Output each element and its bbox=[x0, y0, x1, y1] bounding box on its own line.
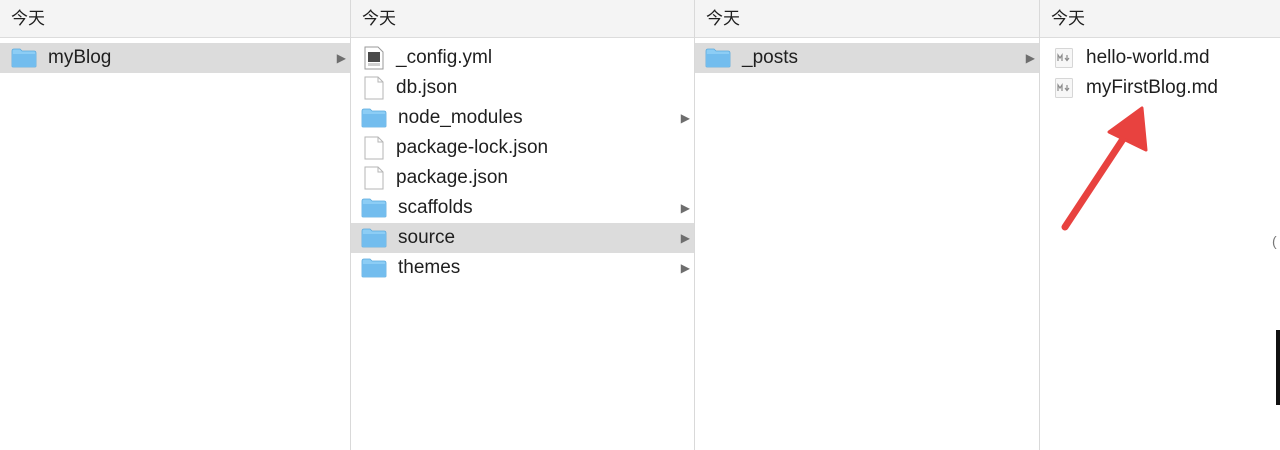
item-label: scaffolds bbox=[398, 197, 473, 218]
column-root[interactable]: 今天 myBlog ▶ bbox=[0, 0, 351, 450]
item-list: _config.yml db.json node_modules ▶ packa… bbox=[351, 38, 694, 283]
column-header[interactable]: 今天 bbox=[0, 0, 350, 38]
item-label: source bbox=[398, 227, 456, 248]
folder-icon bbox=[11, 48, 37, 68]
document-icon bbox=[364, 76, 384, 100]
folder-icon bbox=[361, 228, 387, 248]
item-label: node_modules bbox=[398, 107, 523, 128]
chevron-right-icon: ▶ bbox=[336, 51, 346, 65]
folder-item-themes[interactable]: themes ▶ bbox=[351, 253, 694, 283]
scroll-edge-icon: ( bbox=[1272, 233, 1277, 249]
chevron-right-icon: ▶ bbox=[680, 261, 690, 275]
item-list: myBlog ▶ bbox=[0, 38, 350, 73]
item-label: themes bbox=[398, 257, 461, 278]
column-posts[interactable]: 今天 hello-world.md myFirstBlog.md bbox=[1040, 0, 1280, 450]
folder-icon bbox=[361, 108, 387, 128]
item-list: hello-world.md myFirstBlog.md bbox=[1040, 38, 1280, 103]
column-myblog[interactable]: 今天 _config.yml db.json node_modules ▶ pa… bbox=[351, 0, 695, 450]
window-edge bbox=[1276, 330, 1280, 405]
file-item-config-yml[interactable]: _config.yml bbox=[351, 43, 694, 73]
folder-icon bbox=[361, 198, 387, 218]
folder-item-node-modules[interactable]: node_modules ▶ bbox=[351, 103, 694, 133]
folder-item-myblog[interactable]: myBlog ▶ bbox=[0, 43, 350, 73]
markdown-file-icon bbox=[1055, 78, 1073, 98]
yaml-file-icon bbox=[364, 46, 384, 70]
file-item-package-json[interactable]: package.json bbox=[351, 163, 694, 193]
file-item-myfirstblog-md[interactable]: myFirstBlog.md bbox=[1040, 73, 1280, 103]
item-label: myBlog bbox=[48, 47, 112, 68]
item-label: package-lock.json bbox=[396, 137, 549, 158]
folder-item-posts[interactable]: _posts ▶ bbox=[695, 43, 1039, 73]
file-item-package-lock-json[interactable]: package-lock.json bbox=[351, 133, 694, 163]
chevron-right-icon: ▶ bbox=[680, 201, 690, 215]
document-icon bbox=[364, 136, 384, 160]
column-header[interactable]: 今天 bbox=[1040, 0, 1280, 38]
item-label: _posts bbox=[742, 47, 798, 68]
item-label: _config.yml bbox=[396, 47, 493, 68]
chevron-right-icon: ▶ bbox=[1025, 51, 1035, 65]
item-label: myFirstBlog.md bbox=[1086, 77, 1218, 98]
column-source[interactable]: 今天 _posts ▶ bbox=[695, 0, 1040, 450]
column-header[interactable]: 今天 bbox=[695, 0, 1039, 38]
document-icon bbox=[364, 166, 384, 190]
folder-icon bbox=[705, 48, 731, 68]
folder-item-scaffolds[interactable]: scaffolds ▶ bbox=[351, 193, 694, 223]
item-label: package.json bbox=[396, 167, 508, 188]
column-header[interactable]: 今天 bbox=[351, 0, 694, 38]
column-browser: 今天 myBlog ▶ 今天 _config.yml db.json node_… bbox=[0, 0, 1280, 450]
markdown-file-icon bbox=[1055, 48, 1073, 68]
file-item-hello-world-md[interactable]: hello-world.md bbox=[1040, 43, 1280, 73]
chevron-right-icon: ▶ bbox=[680, 231, 690, 245]
item-label: db.json bbox=[396, 77, 458, 98]
folder-icon bbox=[361, 258, 387, 278]
chevron-right-icon: ▶ bbox=[680, 111, 690, 125]
file-item-db-json[interactable]: db.json bbox=[351, 73, 694, 103]
item-label: hello-world.md bbox=[1086, 47, 1210, 68]
folder-item-source[interactable]: source ▶ bbox=[351, 223, 694, 253]
item-list: _posts ▶ bbox=[695, 38, 1039, 73]
